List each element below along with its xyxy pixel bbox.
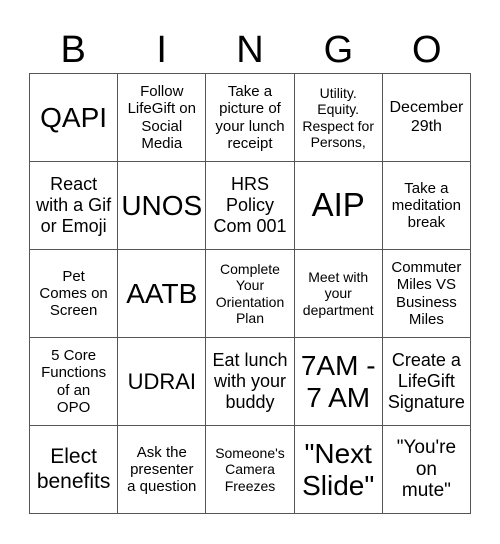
bingo-cell[interactable]: UDRAI	[118, 338, 207, 426]
cell-text: QAPI	[40, 101, 108, 133]
cell-text: UNOS	[121, 189, 203, 221]
cell-text: Elect benefits	[36, 445, 111, 493]
bingo-header: B I N G O	[29, 28, 471, 72]
bingo-cell[interactable]: Elect benefits	[30, 426, 119, 514]
bingo-cell[interactable]: December 29th	[382, 74, 471, 162]
bingo-cell[interactable]: QAPI	[30, 74, 119, 162]
header-letter-b: B	[60, 29, 86, 71]
cell-text: AIP	[311, 186, 365, 224]
cell-text: 7AM - 7 AM	[300, 350, 376, 413]
header-letter-g: G	[323, 29, 354, 71]
cell-text: HRS Policy Com 001	[213, 174, 287, 236]
cell-text: December 29th	[389, 99, 464, 135]
cell-text: UDRAI	[127, 368, 197, 394]
header-letter-n: N	[236, 29, 264, 71]
cell-text: Pet Comes on Screen	[39, 267, 108, 320]
cell-text: 5 Core Functions of an OPO	[41, 347, 107, 416]
bingo-cell[interactable]: HRS Policy Com 001	[206, 162, 295, 250]
cell-text: Eat lunch with your buddy	[212, 350, 288, 412]
cell-text: Follow LifeGift on Social Media	[127, 83, 196, 152]
cell-text: Take a picture of your lunch receipt	[215, 83, 285, 152]
bingo-board: QAPI Follow LifeGift on Social Media Tak…	[29, 73, 471, 514]
bingo-cell[interactable]: Take a picture of your lunch receipt	[206, 74, 295, 162]
bingo-cell[interactable]: AATB	[118, 250, 207, 338]
bingo-cell[interactable]: Utility. Equity. Respect for Persons,	[294, 74, 383, 162]
bingo-cell[interactable]: Follow LifeGift on Social Media	[118, 74, 207, 162]
bingo-cell[interactable]: "You're on mute"	[382, 426, 471, 514]
cell-text: Meet with your department	[302, 269, 374, 318]
cell-text: Ask the presenter a question	[127, 443, 197, 496]
cell-text: Take a meditation break	[391, 179, 461, 232]
bingo-cell[interactable]: Ask the presenter a question	[118, 426, 207, 514]
cell-text: Utility. Equity. Respect for Persons,	[302, 85, 374, 150]
header-letter-i: I	[156, 29, 167, 71]
cell-text: "Next Slide"	[302, 438, 375, 501]
cell-text: Complete Your Orientation Plan	[215, 261, 285, 326]
bingo-cell[interactable]: Eat lunch with your buddy	[206, 338, 295, 426]
bingo-cell[interactable]: React with a Gif or Emoji	[30, 162, 119, 250]
cell-text: Commuter Miles VS Business Miles	[391, 259, 462, 328]
cell-text: AATB	[126, 277, 198, 309]
cell-text: Someone's Camera Freezes	[215, 445, 285, 494]
bingo-cell[interactable]: Commuter Miles VS Business Miles	[382, 250, 471, 338]
bingo-cell[interactable]: UNOS	[118, 162, 207, 250]
bingo-cell[interactable]: Take a meditation break	[382, 162, 471, 250]
bingo-cell[interactable]: 5 Core Functions of an OPO	[30, 338, 119, 426]
cell-text: Create a LifeGift Signature	[387, 350, 465, 412]
bingo-cell[interactable]: "Next Slide"	[294, 426, 383, 514]
bingo-cell[interactable]: Create a LifeGift Signature	[382, 338, 471, 426]
bingo-cell[interactable]: AIP	[294, 162, 383, 250]
bingo-cell[interactable]: Someone's Camera Freezes	[206, 426, 295, 514]
bingo-cell[interactable]: 7AM - 7 AM	[294, 338, 383, 426]
bingo-cell[interactable]: Meet with your department	[294, 250, 383, 338]
cell-text: "You're on mute"	[396, 436, 457, 502]
bingo-cell[interactable]: Pet Comes on Screen	[30, 250, 119, 338]
bingo-cell[interactable]: Complete Your Orientation Plan	[206, 250, 295, 338]
header-letter-o: O	[412, 29, 442, 71]
cell-text: React with a Gif or Emoji	[36, 174, 112, 236]
